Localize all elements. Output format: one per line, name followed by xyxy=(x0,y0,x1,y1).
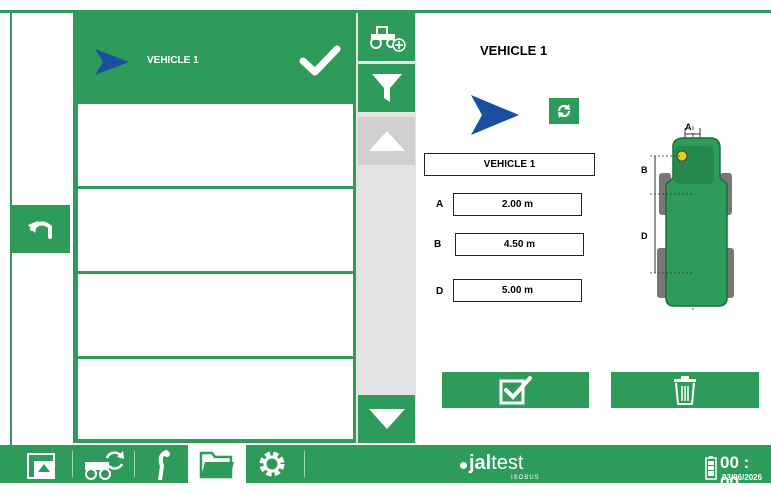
scroll-down-icon xyxy=(368,409,405,429)
trash-icon xyxy=(674,376,696,405)
tractor-dimension-diagram: A B D xyxy=(641,122,734,310)
field-label-b: B xyxy=(434,239,442,250)
list-item[interactable] xyxy=(77,103,354,187)
diagram-label-a: A xyxy=(685,122,692,132)
logo-prefix: jal xyxy=(469,452,492,474)
list-item-label: VEHICLE 1 xyxy=(147,55,199,66)
list-item-vehicle-1[interactable]: VEHICLE 1 xyxy=(77,17,354,102)
vehicle-name-field[interactable]: VEHICLE 1 xyxy=(424,153,595,176)
back-button[interactable] xyxy=(12,205,70,253)
scroll-down-button[interactable] xyxy=(358,395,415,443)
tab-settings[interactable] xyxy=(248,445,296,483)
tab-home[interactable] xyxy=(22,445,66,483)
add-vehicle-icon xyxy=(369,26,406,52)
vehicle-list: VEHICLE 1 xyxy=(73,13,356,443)
logo-dot-icon xyxy=(460,462,467,469)
tab-tools[interactable] xyxy=(142,445,186,483)
vehicle-title: VEHICLE 1 xyxy=(480,43,548,58)
tab-separator xyxy=(134,451,135,477)
folder-icon xyxy=(199,451,234,479)
dimension-d-field[interactable]: 5.00 m xyxy=(453,279,582,302)
logo-suffix: test xyxy=(491,452,524,474)
diagram-label-b: B xyxy=(641,165,648,175)
filter-icon xyxy=(371,74,402,102)
field-label-a: A xyxy=(436,199,444,210)
checkbox-check-icon xyxy=(499,376,532,405)
logo-subtitle: ISOBUS xyxy=(511,475,540,481)
delete-button[interactable] xyxy=(611,372,759,408)
add-vehicle-button[interactable] xyxy=(358,13,415,61)
checkmark-icon xyxy=(299,45,341,76)
refresh-icon xyxy=(557,104,571,118)
gear-icon xyxy=(259,451,285,477)
side-toolbar xyxy=(356,13,416,443)
vehicle-arrow-icon xyxy=(471,95,519,135)
tab-separator xyxy=(304,451,305,477)
implement-sync-icon xyxy=(85,451,124,480)
filter-button[interactable] xyxy=(358,64,415,112)
confirm-button[interactable] xyxy=(442,372,589,408)
diagram-label-d: D xyxy=(641,231,648,241)
jaltest-logo: jaltest xyxy=(460,452,524,475)
dimension-a-field[interactable]: 2.00 m xyxy=(453,193,582,216)
undo-arrow-icon xyxy=(28,221,52,239)
scrollbar-track[interactable] xyxy=(358,169,415,395)
field-label-d: D xyxy=(436,286,444,297)
list-item[interactable] xyxy=(77,188,354,272)
home-screen-icon xyxy=(27,453,55,479)
battery-icon xyxy=(705,456,717,480)
bottom-navigation-bar: jaltest ISOBUS 00 : 00 03/06/2026 xyxy=(0,445,771,492)
list-item[interactable] xyxy=(77,358,354,440)
dimension-b-field[interactable]: 4.50 m xyxy=(455,233,584,256)
scroll-up-button[interactable] xyxy=(358,117,415,165)
scroll-up-icon xyxy=(368,131,405,151)
tool-icon xyxy=(158,450,170,480)
list-item[interactable] xyxy=(77,273,354,357)
tab-separator xyxy=(72,451,73,477)
tab-implement[interactable] xyxy=(78,445,128,483)
tab-files[interactable] xyxy=(188,445,246,483)
sync-button[interactable] xyxy=(549,98,579,124)
vehicle-arrow-icon xyxy=(95,49,129,75)
clock-date: 03/06/2026 xyxy=(722,473,763,482)
